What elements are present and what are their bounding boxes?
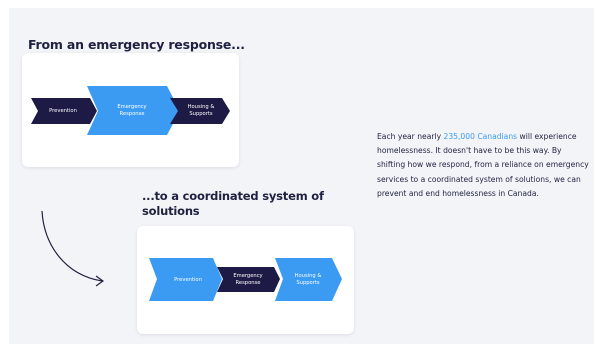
curved-arrow-icon [41, 210, 105, 287]
paragraph-lead: Each year nearly [377, 132, 444, 141]
step-label-prevention: Prevention [49, 108, 77, 114]
step-label-housing-supports: Housing & Supports [294, 273, 322, 286]
step-label-emergency-response: Emergency Response [233, 273, 263, 286]
step-label-housing-supports: Housing & Supports [187, 104, 215, 117]
intro-paragraph: Each year nearly 235,000 Canadians will … [377, 130, 592, 201]
step-label-prevention: Prevention [174, 277, 202, 283]
homeless-count-highlight: 235,000 Canadians [443, 132, 518, 141]
card-coordinated-diagram: Prevention Emergency Response Housing & … [137, 226, 354, 334]
card-emergency-diagram: Prevention Emergency Response Housing & … [22, 53, 239, 167]
paragraph-rest: will experience homelessness. It doesn't… [377, 132, 589, 198]
heading-emergency-response: From an emergency response... [28, 37, 245, 52]
heading-coordinated-system: ...to a coordinated system of solutions [142, 189, 324, 218]
step-label-emergency-response: Emergency Response [117, 104, 147, 117]
